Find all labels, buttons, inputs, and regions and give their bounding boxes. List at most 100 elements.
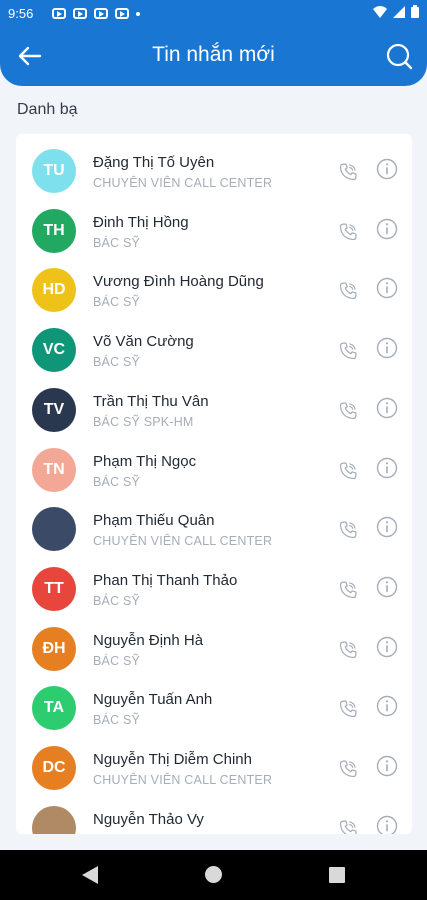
- info-button[interactable]: [376, 397, 398, 419]
- avatar: VC: [32, 328, 76, 373]
- call-button[interactable]: [338, 520, 358, 540]
- contact-name: Nguyễn Tuấn Anh: [93, 691, 213, 709]
- phone-icon: [339, 641, 357, 658]
- info-icon: [376, 576, 398, 598]
- contact-row[interactable]: TV Trần Thị Thu Vân BÁC SỸ SPK-HM: [16, 380, 412, 440]
- phone-icon: [339, 461, 357, 479]
- info-button[interactable]: [376, 457, 398, 479]
- contact-role: BÁC SỸ: [93, 713, 141, 728]
- call-button[interactable]: [338, 222, 358, 242]
- info-button[interactable]: [376, 158, 398, 180]
- info-button[interactable]: [376, 755, 398, 777]
- contact-role: CHUYÊN VIÊN CALL CENTER: [93, 534, 273, 549]
- nav-back-icon[interactable]: [82, 866, 98, 884]
- info-icon: [376, 457, 398, 478]
- info-button[interactable]: [376, 695, 398, 717]
- contact-row[interactable]: Phạm Thiếu Quân CHUYÊN VIÊN CALL CENTER: [16, 499, 412, 559]
- avatar: TV: [32, 387, 76, 432]
- phone-icon: [339, 402, 357, 419]
- avatar: [32, 805, 76, 834]
- youtube-notification-icon: [73, 8, 87, 19]
- system-status-icons: [373, 5, 419, 18]
- info-icon: [376, 815, 398, 834]
- notification-icons: [52, 8, 140, 19]
- contact-role: BÁC SỸ: [93, 474, 141, 489]
- youtube-notification-icon: [94, 8, 108, 19]
- search-button[interactable]: [385, 42, 413, 70]
- phone-icon: [339, 521, 357, 539]
- contact-row[interactable]: ĐH Nguyễn Định Hà BÁC SỸ: [16, 619, 412, 679]
- info-button[interactable]: [376, 218, 398, 240]
- contact-role: BÁC SỸ: [93, 593, 141, 608]
- battery-icon: [411, 5, 419, 18]
- call-button[interactable]: [338, 162, 358, 182]
- info-button[interactable]: [376, 337, 398, 359]
- contact-role: BÁC SỸ: [93, 295, 141, 310]
- call-button[interactable]: [338, 759, 358, 779]
- contact-row[interactable]: TT Phan Thị Thanh Thảo BÁC SỸ: [16, 559, 412, 619]
- android-navigation-bar: [0, 850, 427, 900]
- contact-row[interactable]: Nguyễn Thảo Vy: [16, 798, 412, 834]
- contact-row[interactable]: VC Võ Văn Cường BÁC SỸ: [16, 320, 412, 380]
- call-button[interactable]: [338, 580, 358, 600]
- contact-role: CHUYÊN VIÊN CALL CENTER: [93, 773, 273, 787]
- info-button[interactable]: [376, 576, 398, 598]
- phone-icon: [339, 820, 357, 834]
- info-icon: [376, 696, 398, 717]
- call-button[interactable]: [338, 281, 358, 301]
- info-button[interactable]: [376, 516, 398, 538]
- contact-row[interactable]: TN Phạm Thị Ngọc BÁC SỸ: [16, 440, 412, 500]
- call-button[interactable]: [338, 341, 358, 361]
- phone-icon: [339, 700, 357, 718]
- contact-row[interactable]: DC Nguyễn Thị Diễm Chinh CHUYÊN VIÊN CALL …: [16, 738, 412, 798]
- avatar: TT: [32, 566, 76, 611]
- status-bar: 9:56: [0, 0, 427, 28]
- contact-role: BÁC SỸ SPK-HM: [93, 414, 194, 429]
- info-icon: [376, 397, 398, 418]
- info-icon: [376, 755, 398, 777]
- page-title: Tin nhắn mới: [152, 43, 275, 66]
- call-button[interactable]: [338, 819, 358, 834]
- phone-icon: [339, 223, 357, 240]
- avatar: TA: [32, 686, 76, 731]
- info-icon: [376, 278, 398, 299]
- contact-row[interactable]: HD Vương Đình Hoàng Dũng BÁC SỸ: [16, 260, 412, 320]
- contact-row[interactable]: TU Đặng Thị Tố Uyên CHUYÊN VIÊN CALL CENTE…: [16, 141, 412, 201]
- more-notifications-dot-icon: [136, 11, 140, 16]
- phone-icon: [339, 760, 357, 778]
- contact-name: Phạm Thiếu Quân: [93, 512, 215, 530]
- call-button[interactable]: [338, 640, 358, 660]
- contact-role: CHUYÊN VIÊN CALL CENTER: [93, 176, 273, 190]
- phone-icon: [339, 163, 357, 181]
- info-icon: [376, 218, 398, 239]
- avatar: HD: [32, 268, 76, 313]
- contacts-section-label: Danh bạ: [17, 101, 78, 118]
- call-button[interactable]: [338, 461, 358, 481]
- avatar: TH: [32, 208, 76, 253]
- avatar: TU: [32, 149, 76, 193]
- call-button[interactable]: [338, 699, 358, 719]
- contact-name: Phan Thị Thanh Thảo: [93, 571, 238, 589]
- avatar: ĐH: [32, 626, 76, 671]
- contact-row[interactable]: TH Đinh Thị Hồng BÁC SỸ: [16, 201, 412, 261]
- wifi-icon: [373, 5, 387, 18]
- contact-role: BÁC SỸ: [93, 653, 141, 668]
- call-button[interactable]: [338, 401, 358, 421]
- info-icon: [376, 158, 398, 180]
- contact-name: Nguyễn Thảo Vy: [93, 810, 204, 828]
- contact-name: Đặng Thị Tố Uyên: [93, 154, 215, 171]
- contact-name: Phạm Thị Ngọc: [93, 452, 197, 470]
- contact-row[interactable]: TA Nguyễn Tuấn Anh BÁC SỸ: [16, 678, 412, 738]
- phone-icon: [339, 342, 357, 360]
- avatar: [32, 507, 76, 552]
- info-button[interactable]: [376, 815, 398, 834]
- contact-role: BÁC SỸ: [93, 235, 141, 250]
- info-button[interactable]: [376, 277, 398, 299]
- search-icon: [386, 43, 413, 70]
- info-button[interactable]: [376, 636, 398, 658]
- nav-recents-icon[interactable]: [329, 867, 345, 883]
- contact-name: Trần Thị Thu Vân: [93, 392, 209, 410]
- phone-icon: [339, 282, 357, 300]
- contact-name: Võ Văn Cường: [93, 333, 194, 351]
- nav-home-icon[interactable]: [205, 866, 222, 883]
